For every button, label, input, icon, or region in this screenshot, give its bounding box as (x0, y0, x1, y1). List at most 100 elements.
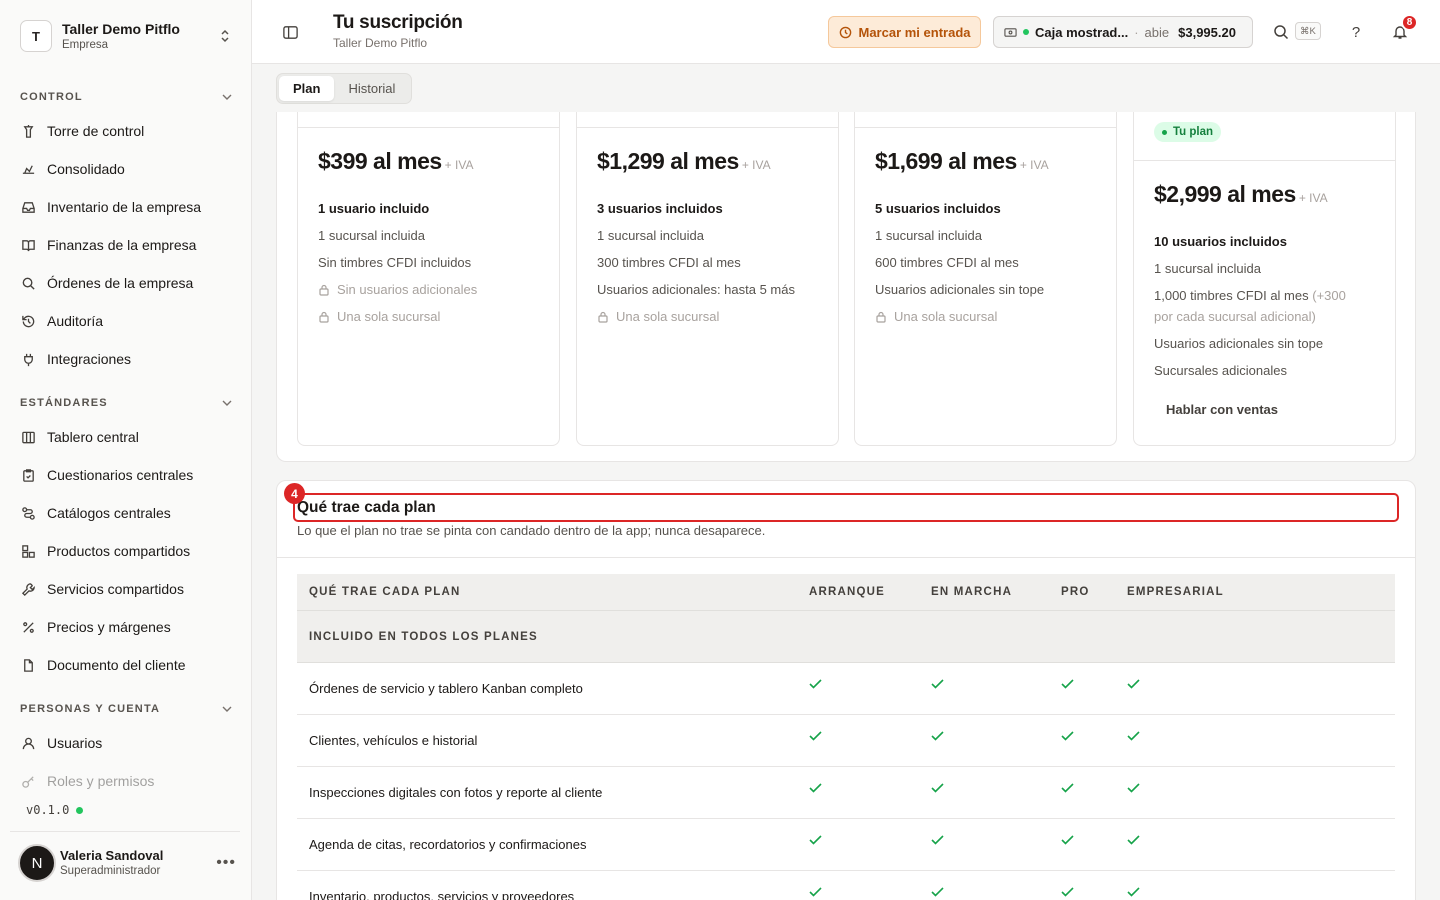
check-icon (931, 814, 944, 865)
sidebar-item-label: Productos compartidos (47, 543, 191, 559)
sidebar-item-precios[interactable]: Precios y márgenes (10, 610, 242, 644)
org-name: Taller Demo Pitflo (62, 20, 180, 37)
plan-feature: 1 sucursal incluida (318, 228, 425, 243)
locked-feature-label: Sin usuarios adicionales (337, 282, 478, 297)
plan-locked-feature: Una sola sucursal (597, 306, 827, 327)
check-icon (1127, 814, 1140, 865)
tab-bar: Plan Historial (276, 73, 413, 104)
table-row: Inspecciones digitales con fotos y repor… (297, 767, 1395, 819)
cash-register-selector[interactable]: Caja mostrad... · abie $3,995.20 (993, 16, 1253, 48)
plan-price: $1,699 al mes + IVA (875, 148, 1049, 175)
sidebar-item-roles[interactable]: Roles y permisos (10, 764, 242, 798)
history-icon (20, 313, 36, 329)
table-header: QUÉ TRAE CADA PLAN ARRANQUE EN MARCHA PR… (297, 574, 1395, 611)
plan-locked-feature: Sin usuarios adicionales (318, 279, 548, 300)
current-plan-label: Tu plan (1173, 126, 1214, 138)
tab-plan[interactable]: Plan (279, 76, 335, 101)
nav-group-label: CONTROL (20, 91, 83, 103)
page-title: Tu suscripción (333, 12, 463, 33)
org-avatar: T (20, 20, 52, 52)
sidebar-item-integraciones[interactable]: Integraciones (10, 342, 242, 376)
table-row: Órdenes de servicio y tablero Kanban com… (297, 663, 1395, 715)
chevron-down-icon (222, 91, 232, 103)
plug-icon (20, 351, 36, 367)
check-icon (931, 710, 944, 761)
nav-group-label: PERSONAS Y CUENTA (20, 703, 161, 715)
feature-name: Clientes, vehículos e historial (309, 733, 478, 748)
check-icon (809, 710, 822, 761)
status-dot (1162, 129, 1167, 135)
plan-card-pro: $1,699 al mes + IVA 5 usuarios incluidos … (854, 112, 1117, 446)
percent-icon (20, 619, 36, 635)
tab-historial[interactable]: Historial (334, 76, 409, 101)
sidebar-item-usuarios[interactable]: Usuarios (10, 726, 242, 760)
locked-feature-label: Una sola sucursal (894, 309, 998, 324)
plan-price-value: $1,299 al mes (597, 148, 739, 174)
sidebar-item-cuestionarios[interactable]: Cuestionarios centrales (10, 458, 242, 492)
sidebar-item-productos[interactable]: Productos compartidos (10, 534, 242, 568)
sidebar-toggle-icon[interactable] (278, 20, 302, 44)
inbox-icon (20, 199, 36, 215)
plan-tax: + IVA (1298, 191, 1328, 205)
column-header: QUÉ TRAE CADA PLAN (309, 586, 461, 598)
check-icon (809, 866, 822, 900)
clock-in-button[interactable]: Marcar mi entrada (828, 16, 981, 48)
check-icon (1127, 658, 1140, 709)
column-header: EMPRESARIAL (1127, 586, 1224, 598)
user-role: Superadministrador (60, 865, 161, 877)
check-icon (809, 658, 822, 709)
plan-tax: + IVA (444, 158, 474, 172)
plan-card-empresarial: Tu plan $2,999 al mes + IVA 10 usuarios i… (1133, 112, 1396, 446)
page-subtitle: Taller Demo Pitflo (333, 36, 428, 50)
column-header: EN MARCHA (931, 586, 1013, 598)
feature-name: Órdenes de servicio y tablero Kanban com… (309, 681, 583, 696)
sidebar-item-ordenes[interactable]: Órdenes de la empresa (10, 266, 242, 300)
sidebar-item-label: Torre de control (47, 123, 145, 139)
chevron-down-icon (222, 703, 232, 715)
sidebar-item-label: Usuarios (47, 735, 103, 751)
consolidated-icon (20, 161, 36, 177)
sidebar-item-documento[interactable]: Documento del cliente (10, 648, 242, 682)
route-icon (20, 505, 36, 521)
org-switcher[interactable]: T Taller Demo Pitflo Empresa (10, 10, 242, 62)
check-icon (931, 658, 944, 709)
plans-section: $399 al mes + IVA 1 usuario incluido 1 su… (276, 112, 1416, 462)
search-icon (20, 275, 36, 291)
plan-users-included: 5 usuarios incluidos (875, 201, 1001, 216)
plan-locked-feature: Una sola sucursal (875, 306, 1105, 327)
nav-group-control[interactable]: CONTROL (20, 87, 232, 107)
sidebar-item-label: Inventario de la empresa (47, 199, 202, 215)
sidebar-item-servicios[interactable]: Servicios compartidos (10, 572, 242, 606)
shortcut-hint: ⌘K (1295, 22, 1321, 40)
app-version: v0.1.0 (26, 803, 84, 817)
user-menu[interactable]: N Valeria Sandoval Superadministrador ••… (18, 843, 242, 883)
sidebar-item-label: Documento del cliente (47, 657, 186, 673)
lock-icon (876, 311, 886, 323)
sidebar-item-auditoria[interactable]: Auditoría (10, 304, 242, 338)
sidebar-item-finanzas[interactable]: Finanzas de la empresa (10, 228, 242, 262)
sidebar-item-inventario[interactable]: Inventario de la empresa (10, 190, 242, 224)
help-button[interactable]: ? (1344, 20, 1368, 44)
status-dot (76, 806, 84, 814)
plan-price: $399 al mes + IVA (318, 148, 473, 175)
divider (277, 557, 1415, 558)
plan-card-arranque: $399 al mes + IVA 1 usuario incluido 1 su… (297, 112, 560, 446)
cfdi-note: (+300 (1312, 288, 1346, 303)
nav-group-estandares[interactable]: ESTÁNDARES (20, 393, 232, 413)
sidebar-item-label: Auditoría (47, 313, 104, 329)
plan-feature: Usuarios adicionales sin tope (1154, 336, 1324, 351)
sidebar-item-torre-de-control[interactable]: Torre de control (10, 114, 242, 148)
plan-feature: Usuarios adicionales sin tope (875, 282, 1045, 297)
sidebar-item-tablero-central[interactable]: Tablero central (10, 420, 242, 454)
contact-sales-button[interactable]: Hablar con ventas (1166, 402, 1278, 417)
sidebar-item-consolidado[interactable]: Consolidado (10, 152, 242, 186)
notification-badge: 8 (1401, 14, 1418, 31)
divider (10, 831, 240, 832)
sidebar-item-catalogos[interactable]: Catálogos centrales (10, 496, 242, 530)
search-button[interactable] (1269, 20, 1293, 44)
register-status: abie (1144, 24, 1170, 40)
main-content: Plan Historial $399 al mes + IVA 1 usuari… (252, 64, 1440, 900)
check-icon (931, 762, 944, 813)
nav-group-personas[interactable]: PERSONAS Y CUENTA (20, 699, 232, 719)
more-icon[interactable]: ••• (216, 854, 236, 872)
